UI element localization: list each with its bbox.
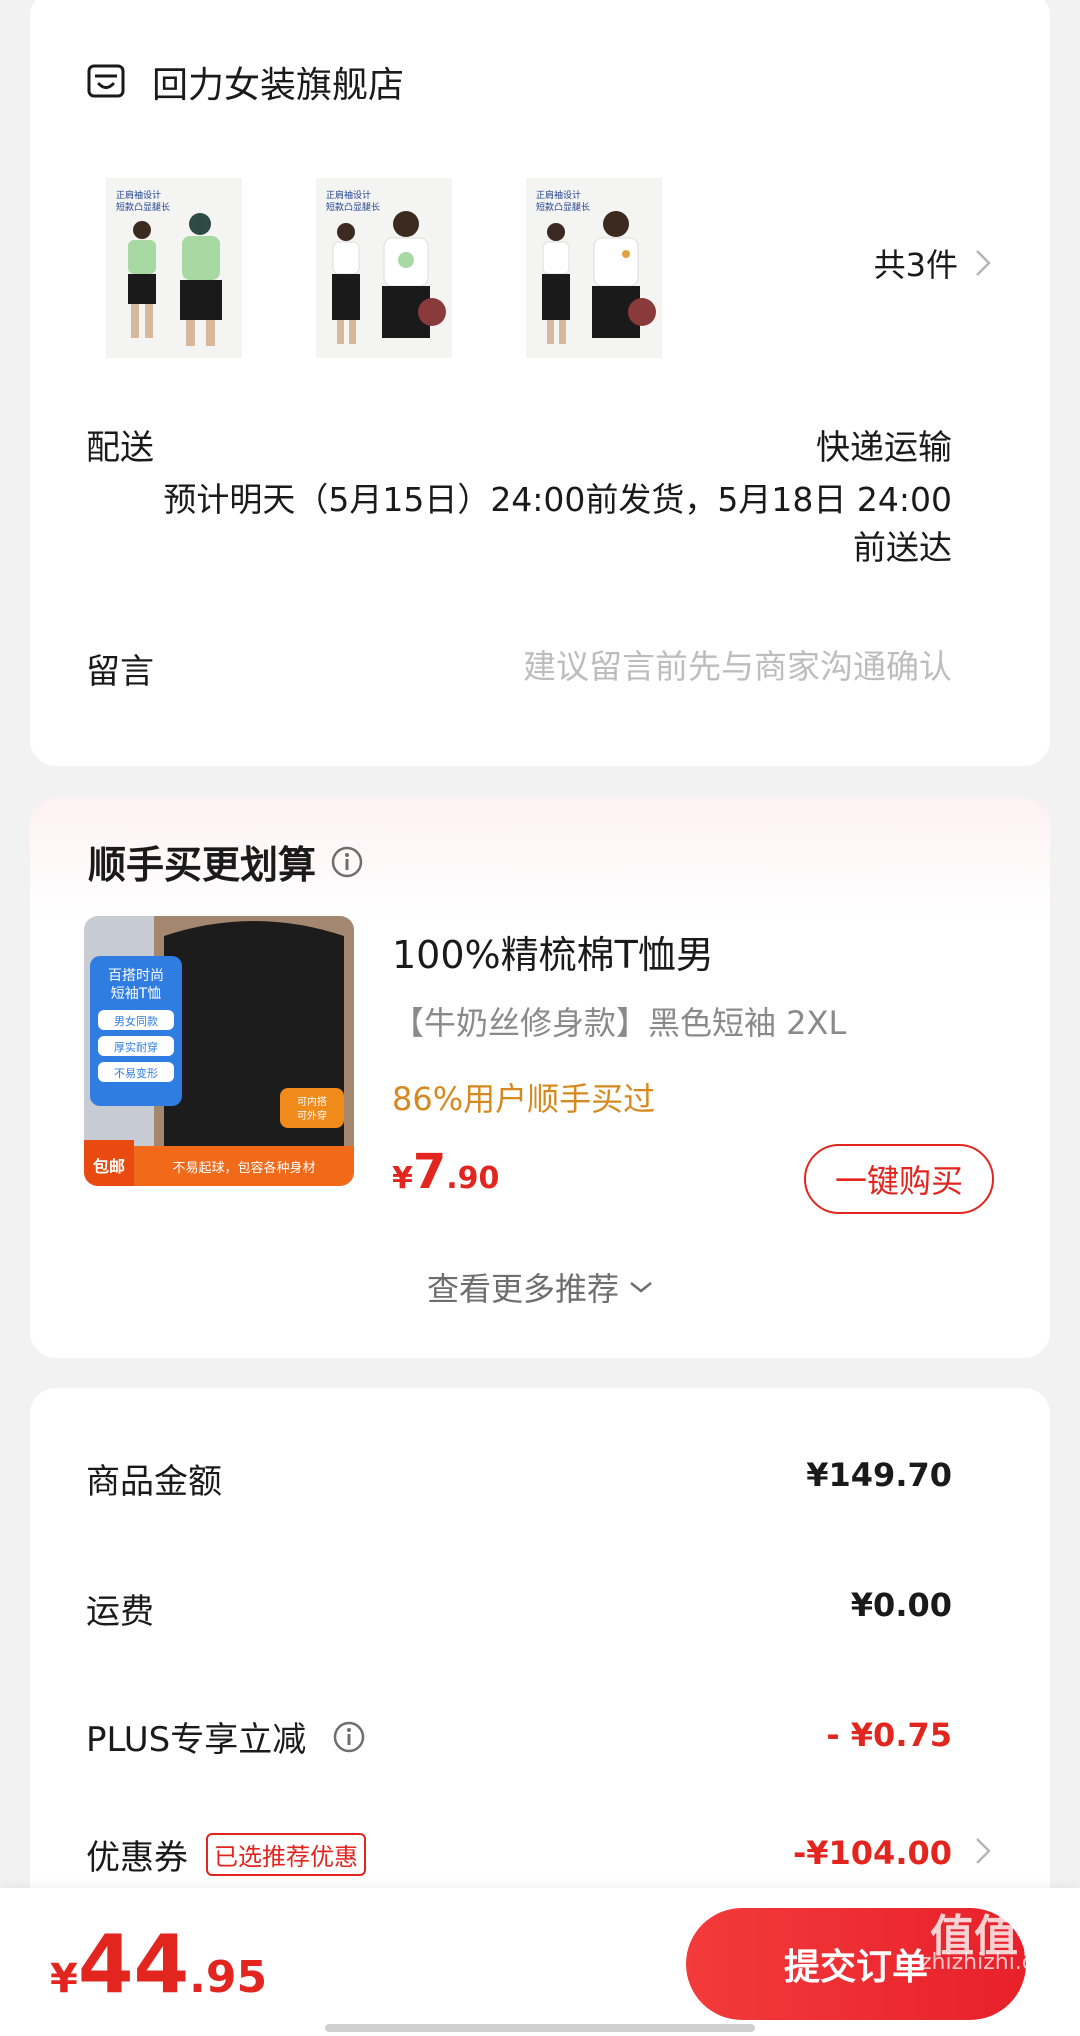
recommend-product-name[interactable]: 100%精梳棉T恤男 xyxy=(392,924,714,979)
total-integer: 44 xyxy=(77,1918,190,2011)
chevron-down-icon xyxy=(630,1282,652,1293)
svg-text:包邮: 包邮 xyxy=(93,1157,125,1176)
svg-text:可外穿: 可外穿 xyxy=(297,1109,327,1122)
recommend-social-proof: 86%用户顺手买过 xyxy=(392,1080,656,1118)
shipping-label: 配送 xyxy=(86,428,154,468)
product-thumbnail[interactable]: 正肩袖设计 短款凸显腿长 xyxy=(316,178,452,358)
svg-text:可内搭: 可内搭 xyxy=(297,1095,327,1108)
info-icon[interactable] xyxy=(332,1720,366,1754)
svg-text:不易变形: 不易变形 xyxy=(114,1066,158,1080)
svg-text:短款凸显腿长: 短款凸显腿长 xyxy=(116,201,170,213)
watermark-site: zhizhizhi.com xyxy=(920,1950,1069,1975)
price-decimal: .90 xyxy=(446,1161,500,1196)
svg-text:正肩袖设计: 正肩袖设计 xyxy=(326,189,371,201)
message-input[interactable] xyxy=(392,638,952,694)
coupon-value[interactable]: -¥104.00 xyxy=(793,1834,952,1872)
image-tag-title: 百搭时尚 xyxy=(108,968,164,984)
plus-discount-row: PLUS专享立减 xyxy=(86,1712,366,1761)
svg-text:男女同款: 男女同款 xyxy=(114,1014,158,1028)
store-header[interactable]: 回力女装旗舰店 xyxy=(86,54,404,110)
shipping-fee-value: ¥0.00 xyxy=(850,1586,952,1624)
store-name: 回力女装旗舰店 xyxy=(152,65,405,106)
svg-text:厚实耐穿: 厚实耐穿 xyxy=(114,1040,158,1054)
recommend-card: 顺手买更划算 百搭时尚 短袖T恤 男女同款 厚实耐穿 不易变形 可内搭 可外穿 xyxy=(30,798,1050,1358)
product-thumbnail[interactable]: 正肩袖设计 短款凸显腿长 xyxy=(106,178,242,358)
items-count-link[interactable]: 共3件 xyxy=(874,240,992,286)
shipping-method[interactable]: 快递运输 xyxy=(816,420,952,469)
more-recommendations-label: 查看更多推荐 xyxy=(426,1270,619,1308)
more-recommendations-link[interactable]: 查看更多推荐 xyxy=(30,1264,1050,1310)
price-currency: ¥ xyxy=(392,1161,413,1196)
svg-text:不易起球，包容各种身材: 不易起球，包容各种身材 xyxy=(172,1160,315,1176)
shipping-estimate: 预计明天（5月15日）24:00前发货，5月18日 24:00前送达 xyxy=(163,480,952,567)
shipping-fee-label: 运费 xyxy=(86,1592,154,1632)
coupon-row[interactable]: 优惠券 已选推荐优惠 xyxy=(86,1830,366,1879)
recommend-title-row: 顺手买更划算 xyxy=(88,834,364,889)
total-currency: ¥ xyxy=(50,1956,78,2002)
total-decimal: .95 xyxy=(189,1952,268,2003)
goods-amount-value: ¥149.70 xyxy=(806,1456,952,1494)
one-click-buy-button[interactable]: 一键购买 xyxy=(804,1144,994,1214)
message-label: 留言 xyxy=(86,652,154,692)
checkout-bar: ¥44.95 提交订单 xyxy=(0,1888,1080,2036)
svg-text:短款凸显腿长: 短款凸显腿长 xyxy=(536,201,590,213)
thumbnail-caption: 正肩袖设计 xyxy=(116,189,161,201)
chevron-right-icon xyxy=(976,250,991,276)
chevron-right-icon[interactable] xyxy=(974,1836,992,1866)
svg-text:正肩袖设计: 正肩袖设计 xyxy=(536,189,581,201)
product-thumbnails[interactable]: 正肩袖设计 短款凸显腿长 正肩袖设计 短款凸显腿长 正肩袖设计 短款凸显腿长 xyxy=(106,178,736,358)
plus-discount-label: PLUS专享立减 xyxy=(86,1720,307,1760)
info-icon[interactable] xyxy=(330,845,364,879)
coupon-label: 优惠券 xyxy=(86,1838,188,1878)
coupon-tag: 已选推荐优惠 xyxy=(206,1833,366,1876)
product-thumbnail[interactable]: 正肩袖设计 短款凸显腿长 xyxy=(526,178,662,358)
recommend-product-image[interactable]: 百搭时尚 短袖T恤 男女同款 厚实耐穿 不易变形 可内搭 可外穿 包邮 不易起球… xyxy=(84,916,354,1186)
goods-amount-label: 商品金额 xyxy=(86,1462,222,1502)
svg-text:短袖T恤: 短袖T恤 xyxy=(111,986,162,1002)
home-indicator[interactable] xyxy=(325,2024,755,2032)
recommend-title: 顺手买更划算 xyxy=(88,843,317,887)
store-card: 回力女装旗舰店 正肩袖设计 短款凸显腿长 正肩袖设计 短款凸显腿长 正肩袖设计 … xyxy=(30,0,1050,766)
store-icon xyxy=(87,64,125,98)
svg-text:短款凸显腿长: 短款凸显腿长 xyxy=(326,201,380,213)
order-total: ¥44.95 xyxy=(50,1918,267,2011)
price-integer: 7 xyxy=(412,1144,447,1200)
items-count: 共3件 xyxy=(873,246,958,284)
recommend-price: ¥7.90 xyxy=(392,1144,499,1200)
recommend-product-spec[interactable]: 【牛奶丝修身款】黑色短袖 2XL xyxy=(392,998,846,1044)
plus-discount-value: - ¥0.75 xyxy=(826,1716,952,1754)
